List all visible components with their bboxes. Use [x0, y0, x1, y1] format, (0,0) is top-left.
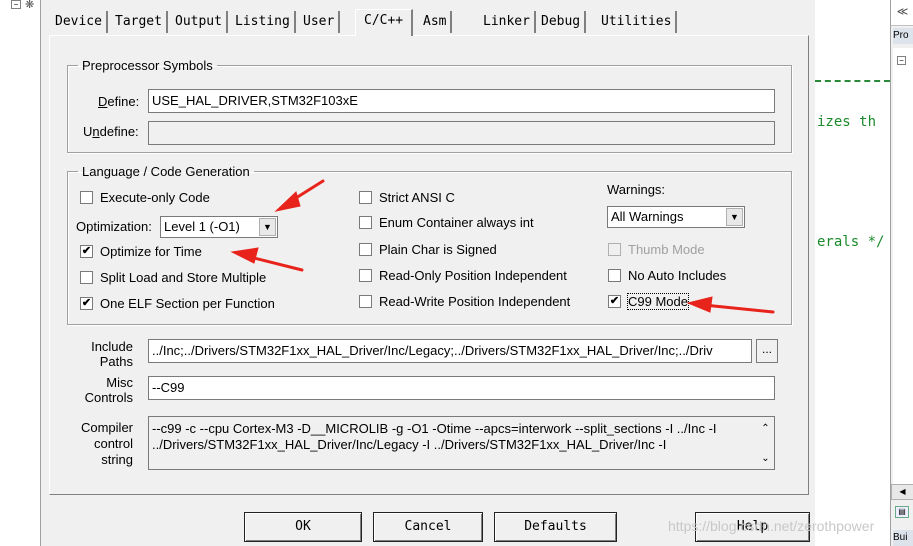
compiler-control-label: Compiler control string	[80, 420, 133, 467]
tab-utilities[interactable]: Utilities	[597, 11, 678, 33]
tab-user[interactable]: User	[299, 11, 341, 33]
no-auto-includes-checkbox[interactable]: No Auto Includes	[608, 268, 726, 283]
cancel-button[interactable]: Cancel	[373, 512, 483, 542]
checkbox-box[interactable]	[359, 191, 372, 204]
watermark-text: https://blog.csdn.net/zerothpower	[668, 518, 875, 534]
gear-icon: ❋	[25, 0, 35, 11]
define-label: Define:	[98, 94, 140, 109]
scroll-up-icon[interactable]: ⌃	[757, 421, 774, 437]
checkbox-box[interactable]	[80, 191, 93, 204]
undefine-label: Undefine:	[83, 124, 139, 139]
chevron-down-icon[interactable]: ▼	[259, 218, 276, 236]
optimization-select[interactable]: Level 1 (-O1) ▼	[160, 216, 278, 238]
scroll-left-icon[interactable]: ◀	[891, 484, 913, 500]
checkbox-box[interactable]: ✔	[608, 295, 621, 308]
thumb-mode-checkbox[interactable]: Thumb Mode	[608, 242, 705, 257]
panel-toggle[interactable]: ≪	[891, 0, 913, 26]
one-elf-checkbox[interactable]: ✔ One ELF Section per Function	[80, 296, 275, 311]
chevron-down-icon[interactable]: ▼	[726, 208, 743, 226]
optimize-time-checkbox[interactable]: ✔ Optimize for Time	[80, 244, 202, 259]
group-title: Preprocessor Symbols	[82, 58, 213, 73]
background-code-editor: izes th erals */	[815, 0, 890, 546]
checkbox-box[interactable]: ✔	[80, 245, 93, 258]
include-paths-input[interactable]: ../Inc;../Drivers/STM32F1xx_HAL_Driver/I…	[148, 339, 752, 363]
checkbox-box[interactable]: ✔	[80, 297, 93, 310]
tab-c-cpp[interactable]: C/C++	[355, 9, 414, 36]
rw-pi-checkbox[interactable]: Read-Write Position Independent	[359, 294, 570, 309]
warnings-label: Warnings:	[607, 182, 666, 197]
tree-collapse-icon[interactable]: −	[897, 56, 906, 65]
group-title: Language / Code Generation	[82, 164, 250, 179]
tree-collapse-icon[interactable]: −	[11, 0, 21, 9]
define-input[interactable]: USE_HAL_DRIVER,STM32F103xE	[148, 89, 775, 113]
undefine-input[interactable]	[148, 121, 775, 145]
tab-asm[interactable]: Asm	[419, 11, 453, 33]
checkbox-box[interactable]	[359, 295, 372, 308]
checkbox-box[interactable]	[80, 271, 93, 284]
checkbox-box[interactable]	[359, 269, 372, 282]
tab-linker[interactable]: Linker	[479, 11, 536, 33]
include-paths-label: Include Paths	[91, 339, 133, 369]
optimization-label: Optimization:	[76, 219, 152, 234]
enum-container-checkbox[interactable]: Enum Container always int	[359, 215, 534, 230]
tab-listing[interactable]: Listing	[231, 11, 296, 33]
execute-only-checkbox[interactable]: Execute-only Code	[80, 190, 210, 205]
project-icon[interactable]: ▤	[895, 506, 909, 518]
project-tree	[893, 48, 913, 488]
compiler-control-string[interactable]: --c99 -c --cpu Cortex-M3 -D__MICROLIB -g…	[148, 416, 775, 470]
tab-debug[interactable]: Debug	[537, 11, 587, 33]
scrollbar[interactable]: ⌃ ⌄	[757, 417, 774, 469]
ro-pi-checkbox[interactable]: Read-Only Position Independent	[359, 268, 567, 283]
code-line: izes th	[817, 114, 877, 130]
ok-button[interactable]: OK	[244, 512, 362, 542]
defaults-button[interactable]: Defaults	[494, 512, 617, 542]
checkbox-box[interactable]	[608, 243, 621, 256]
browse-button[interactable]: ...	[756, 339, 778, 363]
split-load-checkbox[interactable]: Split Load and Store Multiple	[80, 270, 266, 285]
code-line: erals */	[817, 234, 885, 250]
options-dialog: Device Target Output Listing User C/C++ …	[40, 0, 815, 546]
warnings-select[interactable]: All Warnings ▼	[607, 206, 745, 228]
misc-controls-label: Misc Controls	[84, 375, 133, 405]
scroll-down-icon[interactable]: ⌄	[757, 451, 774, 467]
plain-char-checkbox[interactable]: Plain Char is Signed	[359, 242, 497, 257]
project-panel: ≪ Pro − ◀ ▤ Bui	[890, 0, 913, 546]
checkbox-box[interactable]	[608, 269, 621, 282]
comment-divider	[815, 80, 890, 82]
checkbox-box[interactable]	[359, 243, 372, 256]
tab-device[interactable]: Device	[51, 11, 108, 33]
tab-target[interactable]: Target	[111, 11, 168, 33]
tab-output[interactable]: Output	[171, 11, 228, 33]
background-editor-left: − ❋	[0, 0, 40, 546]
checkbox-box[interactable]	[359, 216, 372, 229]
strict-ansi-checkbox[interactable]: Strict ANSI C	[359, 190, 455, 205]
project-tab[interactable]: Pro	[893, 28, 913, 44]
misc-controls-input[interactable]: --C99	[148, 376, 775, 400]
build-tab[interactable]: Bui	[893, 530, 913, 546]
c99-mode-checkbox[interactable]: ✔ C99 Mode	[608, 293, 689, 310]
